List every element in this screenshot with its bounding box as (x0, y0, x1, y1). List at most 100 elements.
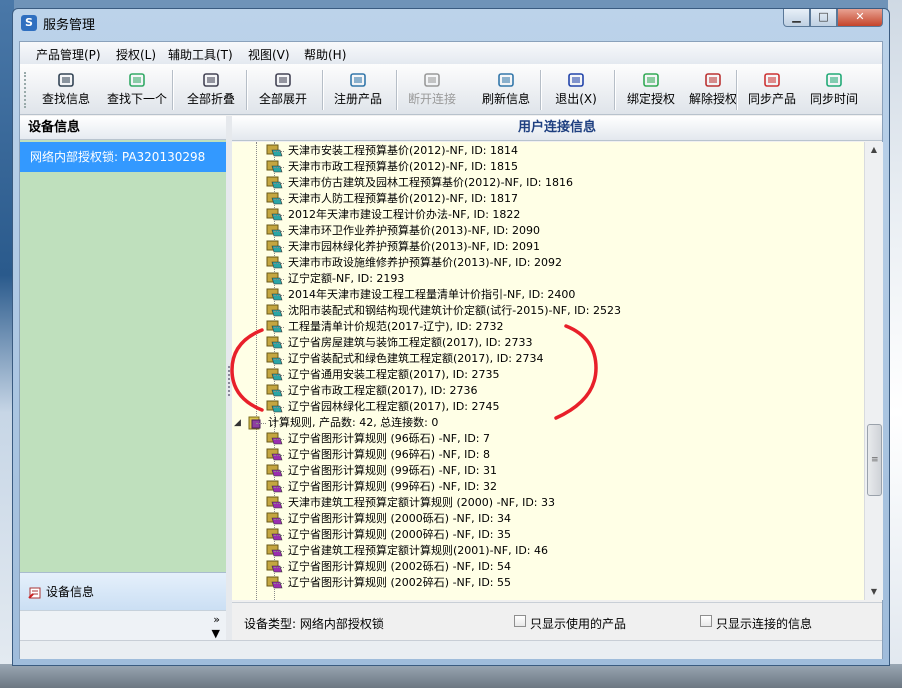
tree-node-label: 天津市市政设施维修养护预算基价(2013)-NF, ID: 2092 (288, 256, 563, 269)
toolbar-separator (540, 70, 542, 110)
caption-buttons: ▁ □ ✕ (783, 9, 883, 29)
tree-node-label: 辽宁省图形计算规则 (2000碎石) -NF, ID: 35 (288, 528, 512, 541)
find-next-icon (129, 73, 145, 87)
toolbar-button-3[interactable]: 全部展开 (252, 66, 314, 112)
collapse-all-icon (203, 73, 219, 87)
tree-node-label: 天津市环卫作业养护预算基价(2013)-NF, ID: 2090 (288, 224, 541, 237)
show-connected-checkbox[interactable] (700, 615, 712, 627)
device-info-tab[interactable]: 设备信息 (20, 572, 226, 610)
toolbar-button-0[interactable]: 查找信息 (38, 66, 94, 112)
app-icon: S (21, 15, 37, 31)
toolbar-button-9[interactable]: 解除授权 (684, 66, 742, 112)
toolbar-button-11[interactable]: 同步时间 (806, 66, 862, 112)
toolbar-grip[interactable] (24, 72, 29, 108)
toolbar-button-5[interactable]: 断开连接 (402, 66, 462, 112)
tree-branch-line (274, 167, 284, 168)
toolbar-button-10[interactable]: 同步产品 (744, 66, 800, 112)
scroll-thumb[interactable]: ≡ (867, 424, 882, 496)
menu-license[interactable]: 授权(L) (116, 46, 156, 63)
disconnect-icon (424, 73, 440, 87)
tree-branch-line (274, 455, 284, 456)
sync-time-icon (826, 73, 842, 87)
user-connection-header: 用户连接信息 (232, 116, 882, 141)
toolbar-button-1[interactable]: 查找下一个 (102, 66, 172, 112)
tree-branch-line (274, 535, 284, 536)
tree-node-label: 工程量清单计价规范(2017-辽宁), ID: 2732 (288, 320, 504, 333)
tree-branch-line (256, 423, 266, 424)
device-info-panel: 设备信息 网络内部授权锁: PA320130298 设备信息 » ▼ (20, 116, 227, 641)
expand-all-icon (275, 73, 291, 87)
scroll-down-arrow[interactable]: ▼ (865, 584, 883, 600)
minimize-button[interactable]: ▁ (783, 9, 810, 27)
device-info-tab-label: 设备信息 (46, 585, 95, 599)
tree-branch-line (274, 199, 284, 200)
toolbar-separator (396, 70, 398, 110)
tree-node-label: 辽宁省园林绿化工程定额(2017), ID: 2745 (288, 400, 500, 413)
tree-node-label: 天津市安装工程预算基价(2012)-NF, ID: 1814 (288, 144, 519, 157)
tree-node-label: 辽宁省图形计算规则 (99碎石) -NF, ID: 32 (288, 480, 498, 493)
tree-node-label: 天津市市政工程预算基价(2012)-NF, ID: 1815 (288, 160, 519, 173)
expand-toggle-icon[interactable]: ◢ (234, 416, 244, 430)
menu-tools[interactable]: 辅助工具(T) (168, 46, 233, 63)
toolbar-button-4[interactable]: 注册产品 (328, 66, 388, 112)
tree-branch-line (274, 295, 284, 296)
tree-branch-line (274, 215, 284, 216)
tree-branch-line (274, 407, 284, 408)
toolbar-separator (736, 70, 738, 110)
toolbar-button-label: 刷新信息 (481, 92, 530, 106)
tree-node-label: 天津市建筑工程预算定额计算规则 (2000) -NF, ID: 33 (288, 496, 556, 509)
user-connection-panel: 用户连接信息 天津市安装工程预算基价(2012)-NF, ID: 1814 天津市… (232, 116, 883, 641)
menu-bar: 产品管理(P) 授权(L) 辅助工具(T) 视图(V) 帮助(H) (20, 42, 882, 64)
tree-branch-line (274, 231, 284, 232)
chevron-down-icon[interactable]: ▼ (212, 627, 220, 640)
tree-branch-line (274, 583, 284, 584)
status-bar (20, 640, 882, 659)
tree-branch-line (274, 551, 284, 552)
tree-scrollbar[interactable]: ▲ ≡ ▼ (864, 142, 883, 600)
tree-branch-line (274, 279, 284, 280)
toolbar-button-7[interactable]: 退出(X) (550, 66, 602, 112)
unbind-license-icon (705, 73, 721, 87)
title-bar[interactable]: S 服务管理 ▁ □ ✕ (13, 9, 889, 35)
menu-help[interactable]: 帮助(H) (304, 46, 346, 63)
toolbar-button-6[interactable]: 刷新信息 (476, 66, 536, 112)
tree-node-label: 2014年天津市建设工程工程量清单计价指引-NF, ID: 2400 (288, 288, 576, 301)
menu-product-management[interactable]: 产品管理(P) (36, 46, 101, 63)
tree-branch-line (274, 359, 284, 360)
tree-branch-line (274, 503, 284, 504)
tree-node-label: 辽宁省建筑工程预算定额计算规则(2001)-NF, ID: 46 (288, 544, 549, 557)
tree-node-label: 辽宁省房屋建筑与装饰工程定额(2017), ID: 2733 (288, 336, 533, 349)
tree-node-label: 辽宁省图形计算规则 (99砾石) -NF, ID: 31 (288, 464, 498, 477)
sync-product-icon (764, 73, 780, 87)
chevron-right-icon[interactable]: » (213, 613, 220, 626)
tree-node-label: 辽宁省图形计算规则 (2002碎石) -NF, ID: 55 (288, 576, 512, 589)
toolbar-button-8[interactable]: 绑定授权 (622, 66, 680, 112)
device-item-selected[interactable]: 网络内部授权锁: PA320130298 (20, 142, 226, 172)
close-button[interactable]: ✕ (837, 9, 883, 27)
tree-node-label: 天津市园林绿化养护预算基价(2013)-NF, ID: 2091 (288, 240, 541, 253)
menu-view[interactable]: 视图(V) (248, 46, 290, 63)
desktop-background-right (888, 0, 902, 688)
tree-guide-line (256, 142, 257, 600)
refresh-icon (498, 73, 514, 87)
window-title: 服务管理 (43, 18, 96, 33)
maximize-button[interactable]: □ (810, 9, 837, 27)
device-type-label: 设备类型: 网络内部授权锁 (244, 617, 384, 631)
toolbar-button-label: 绑定授权 (626, 92, 675, 106)
toolbar-separator (246, 70, 248, 110)
tree-branch-line (274, 439, 284, 440)
toolbar-button-2[interactable]: 全部折叠 (180, 66, 242, 112)
tree-branch-line (274, 487, 284, 488)
device-info-icon (28, 587, 41, 599)
tree-node-label: 辽宁省市政工程定额(2017), ID: 2736 (288, 384, 478, 397)
tree-node-label: 辽宁定额-NF, ID: 2193 (288, 272, 405, 285)
show-used-checkbox[interactable] (514, 615, 526, 627)
exit-icon (568, 73, 584, 87)
tree-node-label: 辽宁省图形计算规则 (2000砾石) -NF, ID: 34 (288, 512, 512, 525)
show-used-label[interactable]: 只显示使用的产品 (530, 615, 626, 632)
tree-branch-line (274, 247, 284, 248)
scroll-up-arrow[interactable]: ▲ (865, 142, 883, 158)
show-connected-label[interactable]: 只显示连接的信息 (716, 615, 812, 632)
tree-branch-line (274, 391, 284, 392)
tree-branch-line (274, 263, 284, 264)
